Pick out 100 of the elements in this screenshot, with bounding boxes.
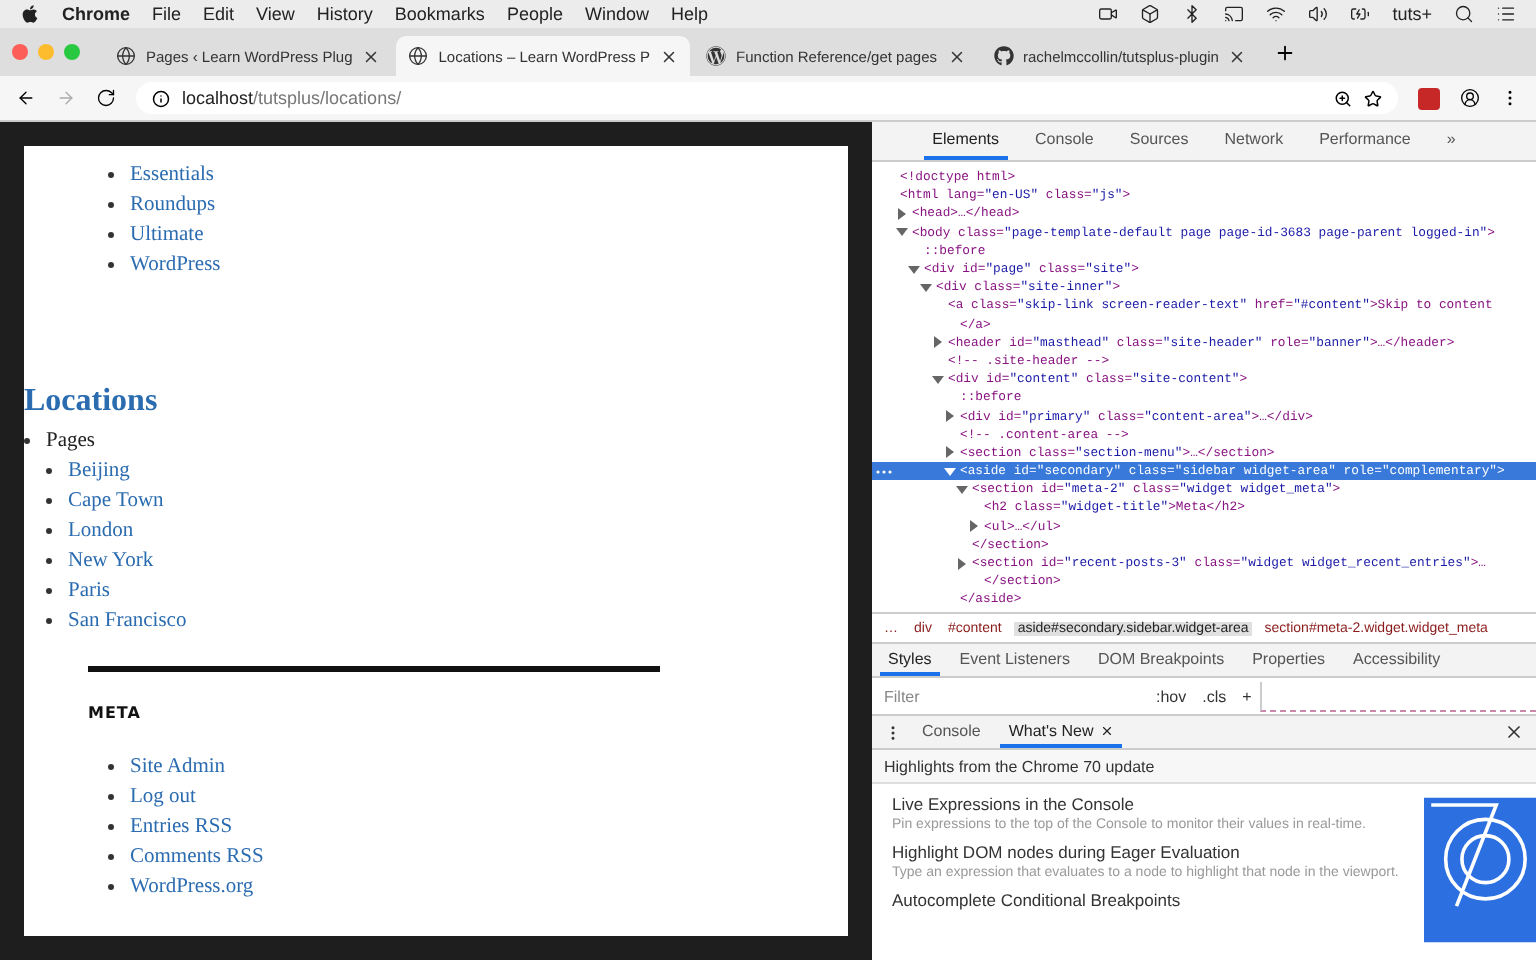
menu-item[interactable]: File — [152, 4, 182, 24]
apple-logo-icon[interactable] — [20, 4, 40, 24]
devtools-tab[interactable]: Sources — [1121, 122, 1197, 160]
more-tabs-button[interactable]: » — [1438, 122, 1464, 160]
news-title[interactable]: Live Expressions in the Console — [892, 796, 1408, 816]
expand-arrow-icon[interactable] — [944, 446, 956, 459]
pane-tab[interactable]: Event Listeners — [951, 644, 1078, 676]
meta-link[interactable]: Site Admin — [130, 755, 226, 777]
volume-icon[interactable] — [1308, 4, 1329, 24]
menu-item[interactable]: Edit — [203, 4, 235, 24]
meta-link[interactable]: Log out — [130, 785, 196, 807]
bullet-icon — [24, 437, 30, 443]
extension-icon[interactable] — [1418, 87, 1440, 109]
account-name[interactable]: tuts+ — [1392, 4, 1432, 24]
location-link[interactable]: London — [68, 519, 134, 541]
menu-item[interactable]: Window — [584, 4, 649, 24]
pane-tab[interactable]: Accessibility — [1345, 644, 1449, 676]
drawer-heading: Highlights from the Chrome 70 update — [872, 750, 1536, 784]
pane-tab[interactable]: Properties — [1244, 644, 1334, 676]
search-icon[interactable] — [1454, 4, 1474, 24]
bullet-icon — [46, 557, 52, 563]
drawer-tab-label[interactable]: Console — [922, 721, 981, 739]
pane-tab[interactable]: DOM Breakpoints — [1089, 644, 1233, 676]
globe-icon — [116, 46, 136, 66]
drawer-tab-label[interactable]: What's New — [1008, 721, 1094, 739]
profile-icon[interactable] — [1460, 88, 1480, 108]
class-button[interactable]: .cls — [1194, 687, 1235, 705]
location-link[interactable]: Cape Town — [68, 489, 164, 511]
close-icon[interactable] — [1228, 47, 1247, 65]
devtools-tab[interactable]: Console — [1027, 122, 1102, 160]
expand-arrow-icon[interactable] — [896, 207, 908, 220]
bullet-icon — [108, 261, 114, 267]
devtools-tab[interactable]: Elements — [924, 122, 1008, 160]
expand-arrow-icon[interactable] — [920, 281, 932, 294]
pane-tab[interactable]: Styles — [880, 644, 940, 676]
menu-item[interactable]: View — [256, 4, 295, 24]
wifi-icon[interactable] — [1266, 4, 1287, 24]
bluetooth-icon[interactable] — [1182, 4, 1203, 24]
category-link[interactable]: Ultimate — [130, 223, 204, 245]
hover-state-button[interactable]: :hov — [1148, 687, 1195, 705]
zoom-icon[interactable] — [1334, 89, 1352, 107]
github-logo-icon — [993, 46, 1013, 66]
menu-item[interactable]: Bookmarks — [394, 4, 485, 24]
bullet-icon — [46, 527, 52, 533]
list-icon[interactable] — [1496, 4, 1516, 24]
location-link[interactable]: Beijing — [68, 459, 130, 481]
meta-link[interactable]: Entries RSS — [130, 815, 233, 837]
drawer-tab[interactable]: Console — [914, 716, 989, 748]
reload-icon[interactable] — [96, 88, 116, 108]
screen-cast-icon[interactable] — [1224, 4, 1245, 24]
meta-link[interactable]: Comments RSS — [130, 845, 264, 867]
url-host: localhost — [182, 88, 254, 108]
menu-app-name[interactable]: Chrome — [62, 4, 131, 24]
back-arrow-icon[interactable] — [16, 88, 36, 108]
devtools-tab[interactable]: Network — [1216, 122, 1292, 160]
widget-title: META — [88, 704, 143, 722]
close-icon[interactable] — [660, 47, 679, 65]
menu-item[interactable]: People — [506, 4, 563, 24]
expand-arrow-icon[interactable] — [956, 557, 968, 570]
menu-item[interactable]: History — [316, 4, 373, 24]
bullet-icon — [108, 171, 114, 177]
wordpress-logo-icon — [706, 46, 727, 66]
address-field[interactable]: localhost/tutsplus/locations/ — [136, 82, 1398, 114]
bookmark-star-icon[interactable] — [1364, 89, 1382, 107]
new-tab-icon[interactable] — [1274, 41, 1297, 63]
expand-arrow-icon[interactable] — [896, 226, 908, 239]
close-icon[interactable] — [947, 47, 965, 65]
box-icon[interactable] — [1140, 4, 1161, 24]
expand-arrow-icon[interactable] — [956, 483, 968, 496]
battery-icon[interactable] — [1350, 4, 1371, 24]
info-icon[interactable] — [152, 89, 170, 107]
expand-arrow-icon[interactable] — [944, 465, 956, 478]
globe-icon — [408, 46, 429, 66]
close-icon[interactable] — [1504, 722, 1524, 742]
close-icon[interactable] — [362, 47, 381, 65]
bullet-icon — [46, 617, 52, 623]
bullet-icon — [46, 467, 52, 473]
expand-arrow-icon[interactable] — [908, 263, 920, 276]
category-link[interactable]: WordPress — [130, 253, 221, 275]
bullet-icon — [108, 201, 114, 207]
video-camera-icon[interactable] — [1098, 4, 1119, 24]
meta-link[interactable]: WordPress.org — [130, 875, 254, 897]
new-rule-button[interactable]: + — [1234, 687, 1260, 705]
bullet-icon — [108, 793, 114, 799]
expand-arrow-icon[interactable] — [932, 373, 944, 386]
location-link[interactable]: New York — [68, 549, 154, 571]
expand-arrow-icon[interactable] — [944, 410, 956, 423]
expand-arrow-icon[interactable] — [968, 520, 980, 533]
devtools-tab[interactable]: Performance — [1311, 122, 1419, 160]
expand-arrow-icon[interactable] — [932, 336, 944, 349]
ellipsis-icon[interactable] — [876, 469, 892, 474]
menu-item[interactable]: Help — [670, 4, 708, 24]
category-link[interactable]: Roundups — [130, 193, 216, 215]
filter-field[interactable]: Filter — [872, 685, 1148, 707]
news-title[interactable]: Autocomplete Conditional Breakpoints — [892, 891, 1408, 911]
category-link[interactable]: Essentials — [130, 163, 214, 185]
news-title[interactable]: Highlight DOM nodes during Eager Evaluation — [892, 843, 1408, 864]
location-link[interactable]: Paris — [68, 579, 110, 601]
close-icon[interactable] — [1099, 723, 1114, 737]
location-link[interactable]: San Francisco — [68, 609, 187, 631]
